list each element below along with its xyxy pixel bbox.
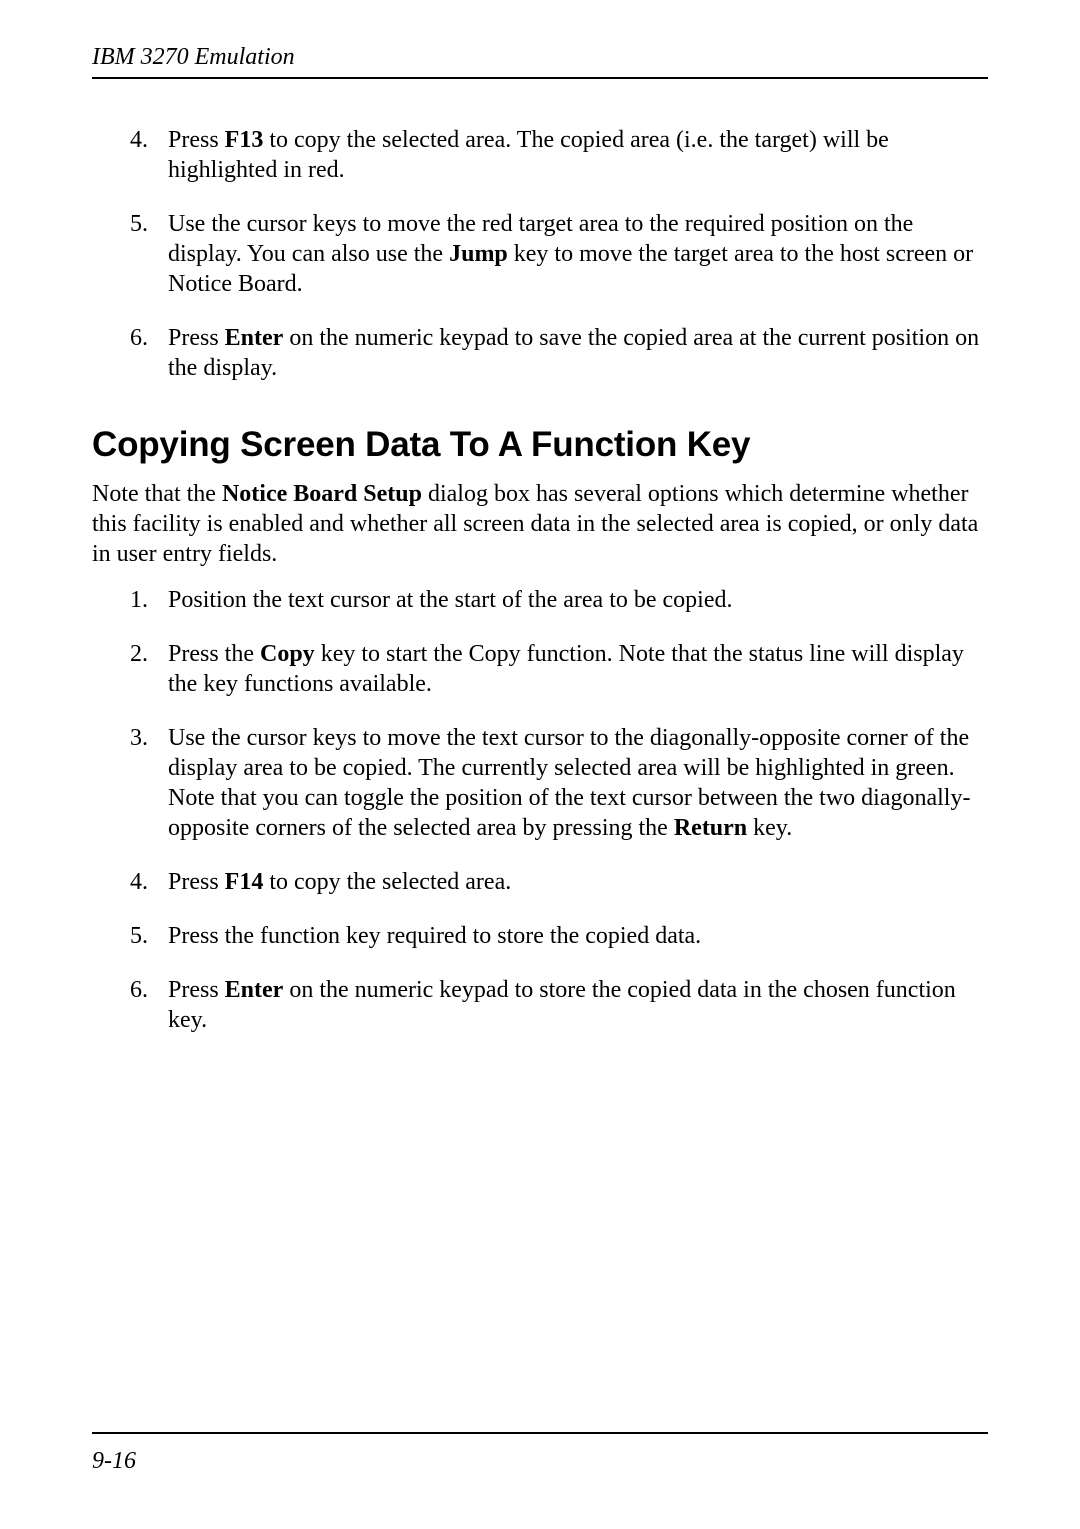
text-run: Enter (225, 977, 284, 1003)
list-item: Press F13 to copy the selected area. The… (154, 125, 988, 185)
page-number: 9-16 (92, 1448, 988, 1475)
text-run: key. (747, 815, 792, 841)
text-run: Enter (225, 325, 284, 351)
text-run: Press (168, 325, 225, 351)
list-item: Press F14 to copy the selected area. (154, 867, 988, 897)
section-heading: Copying Screen Data To A Function Key (92, 425, 988, 465)
running-head: IBM 3270 Emulation (92, 44, 988, 71)
text-run: Notice Board Setup (222, 481, 422, 507)
page-footer: 9-16 (92, 1432, 988, 1475)
list-item: Press the Copy key to start the Copy fun… (154, 639, 988, 699)
list-item: Position the text cursor at the start of… (154, 585, 988, 615)
footer-rule (92, 1432, 988, 1434)
text-run: on the numeric keypad to store the copie… (168, 977, 956, 1033)
text-run: Position the text cursor at the start of… (168, 587, 733, 613)
text-run: Press the (168, 641, 260, 667)
text-run: Copy (260, 641, 315, 667)
top-ordered-list: Press F13 to copy the selected area. The… (154, 125, 988, 383)
text-run: Use the cursor keys to move the text cur… (168, 725, 970, 841)
text-run: Press the function key required to store… (168, 923, 701, 949)
text-run: Return (674, 815, 747, 841)
section-intro: Note that the Notice Board Setup dialog … (92, 479, 988, 569)
text-run: to copy the selected area. (263, 869, 511, 895)
text-run: on the numeric keypad to save the copied… (168, 325, 979, 381)
list-item: Press Enter on the numeric keypad to sav… (154, 323, 988, 383)
section-ordered-list: Position the text cursor at the start of… (154, 585, 988, 1035)
header-rule (92, 77, 988, 79)
text-run: Press (168, 869, 225, 895)
page: IBM 3270 Emulation Press F13 to copy the… (0, 0, 1080, 1529)
text-run: F14 (225, 869, 264, 895)
text-run: Press (168, 127, 225, 153)
text-run: to copy the selected area. The copied ar… (168, 127, 889, 183)
list-item: Use the cursor keys to move the text cur… (154, 723, 988, 843)
text-run: Press (168, 977, 225, 1003)
list-item: Use the cursor keys to move the red targ… (154, 209, 988, 299)
list-item: Press the function key required to store… (154, 921, 988, 951)
text-run: Note that the (92, 481, 222, 507)
list-item: Press Enter on the numeric keypad to sto… (154, 975, 988, 1035)
text-run: Jump (449, 241, 508, 267)
text-run: F13 (225, 127, 264, 153)
